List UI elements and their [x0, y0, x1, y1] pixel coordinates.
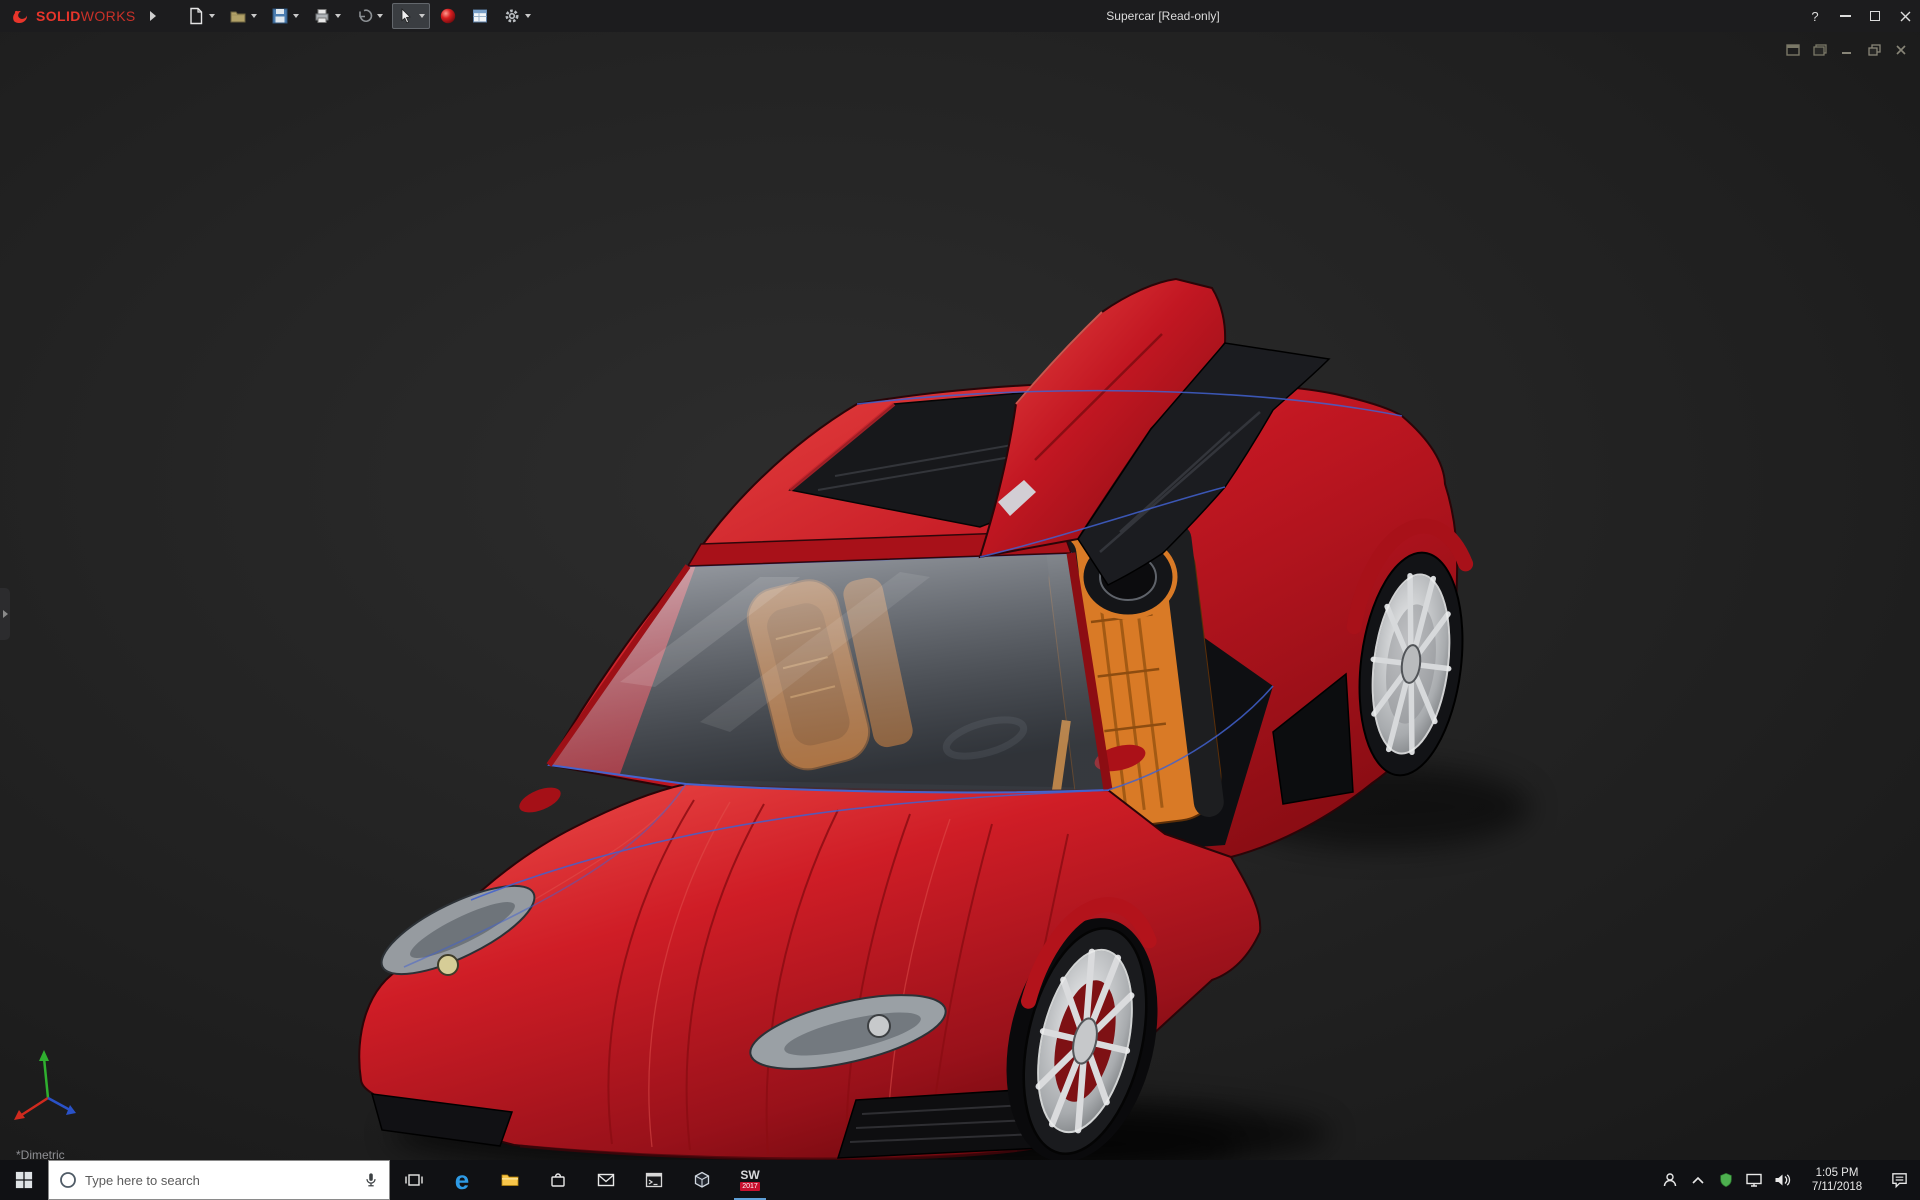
volume-tray-button[interactable]: [1768, 1160, 1796, 1200]
taskbar-app-edge[interactable]: e: [438, 1160, 486, 1200]
network-tray-button[interactable]: [1740, 1160, 1768, 1200]
dropdown-arrow-icon: [293, 14, 299, 18]
titlebar: SOLIDWORKS: [0, 0, 1920, 32]
print-button[interactable]: [308, 3, 346, 29]
chevron-up-icon: [1691, 1175, 1705, 1185]
options-button[interactable]: [498, 3, 536, 29]
doc-restore-icon[interactable]: [1865, 42, 1883, 58]
supercar-model: [0, 32, 1920, 1160]
action-center-icon: [1890, 1171, 1909, 1189]
store-icon: [548, 1170, 568, 1190]
doc-close-icon[interactable]: [1892, 42, 1910, 58]
edit-appearance-button[interactable]: [434, 3, 462, 29]
people-icon: [1661, 1171, 1679, 1189]
undo-button[interactable]: [350, 3, 388, 29]
mail-icon: [596, 1171, 616, 1189]
taskbar-app-3d-viewer[interactable]: [678, 1160, 726, 1200]
taskbar-app-solidworks[interactable]: SW 2017: [726, 1160, 774, 1200]
search-input[interactable]: [85, 1173, 355, 1188]
clock-date: 7/11/2018: [1796, 1180, 1878, 1194]
start-button[interactable]: [0, 1160, 48, 1200]
doc-minimize-icon[interactable]: [1838, 42, 1856, 58]
save-button[interactable]: [266, 3, 304, 29]
taskbar-app-file-explorer[interactable]: [486, 1160, 534, 1200]
solidworks-logo: SOLIDWORKS: [10, 7, 136, 25]
document-window-controls: [1784, 42, 1910, 58]
taskbar-app-console[interactable]: [630, 1160, 678, 1200]
windows-logo-icon: [15, 1171, 33, 1189]
close-button[interactable]: [1890, 0, 1920, 32]
new-document-icon: [187, 7, 205, 25]
dropdown-arrow-icon: [419, 14, 425, 18]
taskbar: e: [0, 1160, 1920, 1200]
display-settings-button[interactable]: [466, 3, 494, 29]
window-controls: ?: [1800, 0, 1920, 32]
dropdown-arrow-icon: [335, 14, 341, 18]
brand-prefix: SOLID: [36, 8, 81, 24]
select-cursor-icon: [397, 7, 415, 25]
microphone-icon[interactable]: [363, 1171, 379, 1189]
open-button[interactable]: [224, 3, 262, 29]
minimize-button[interactable]: [1830, 0, 1860, 32]
search-box[interactable]: [48, 1160, 390, 1200]
network-icon: [1745, 1172, 1763, 1188]
viewport-3d[interactable]: *Dimetric: [0, 32, 1920, 1160]
edge-icon: e: [455, 1167, 469, 1193]
app-window: SOLIDWORKS: [0, 0, 1920, 1200]
task-pane-collapsed-tab[interactable]: [0, 588, 10, 640]
display-settings-icon: [471, 7, 489, 25]
task-view-button[interactable]: [390, 1160, 438, 1200]
system-tray: 1:05 PM 7/11/2018: [1656, 1160, 1920, 1200]
brand-suffix: WORKS: [81, 8, 136, 24]
doc-window-icon[interactable]: [1784, 42, 1802, 58]
dropdown-arrow-icon: [251, 14, 257, 18]
file-explorer-icon: [499, 1170, 521, 1190]
cube-icon: [692, 1170, 712, 1190]
close-icon: [1900, 11, 1911, 22]
action-center-button[interactable]: [1878, 1160, 1920, 1200]
taskbar-clock[interactable]: 1:05 PM 7/11/2018: [1796, 1166, 1878, 1194]
hidden-icons-button[interactable]: [1684, 1160, 1712, 1200]
new-document-button[interactable]: [182, 3, 220, 29]
people-button[interactable]: [1656, 1160, 1684, 1200]
clock-time: 1:05 PM: [1796, 1166, 1878, 1180]
orientation-triad: [8, 1042, 92, 1126]
security-tray-button[interactable]: [1712, 1160, 1740, 1200]
doc-cascade-icon[interactable]: [1811, 42, 1829, 58]
gear-icon: [503, 7, 521, 25]
select-tool-button[interactable]: [392, 3, 430, 29]
appearance-sphere-icon: [439, 7, 457, 25]
print-icon: [313, 7, 331, 25]
open-icon: [229, 7, 247, 25]
help-button[interactable]: ?: [1800, 0, 1830, 32]
quick-toolbar: [182, 3, 536, 29]
document-title: Supercar [Read-only]: [1106, 0, 1219, 32]
dropdown-arrow-icon: [525, 14, 531, 18]
solidworks-2017-icon: SW 2017: [735, 1165, 765, 1195]
cortana-icon: [59, 1171, 77, 1189]
dropdown-arrow-icon: [209, 14, 215, 18]
maximize-button[interactable]: [1860, 0, 1890, 32]
task-view-icon: [404, 1170, 424, 1190]
dropdown-arrow-icon: [377, 14, 383, 18]
console-icon: [644, 1171, 664, 1189]
shield-icon: [1718, 1172, 1734, 1188]
taskbar-app-mail[interactable]: [582, 1160, 630, 1200]
chevron-right-icon: [3, 610, 8, 618]
taskbar-app-store[interactable]: [534, 1160, 582, 1200]
undo-icon: [355, 7, 373, 25]
maximize-icon: [1870, 11, 1880, 21]
save-icon: [271, 7, 289, 25]
solidworks-logo-icon: [10, 7, 32, 25]
menu-flyout-arrow-icon[interactable]: [150, 11, 156, 21]
minimize-icon: [1840, 15, 1851, 17]
volume-icon: [1773, 1172, 1791, 1188]
